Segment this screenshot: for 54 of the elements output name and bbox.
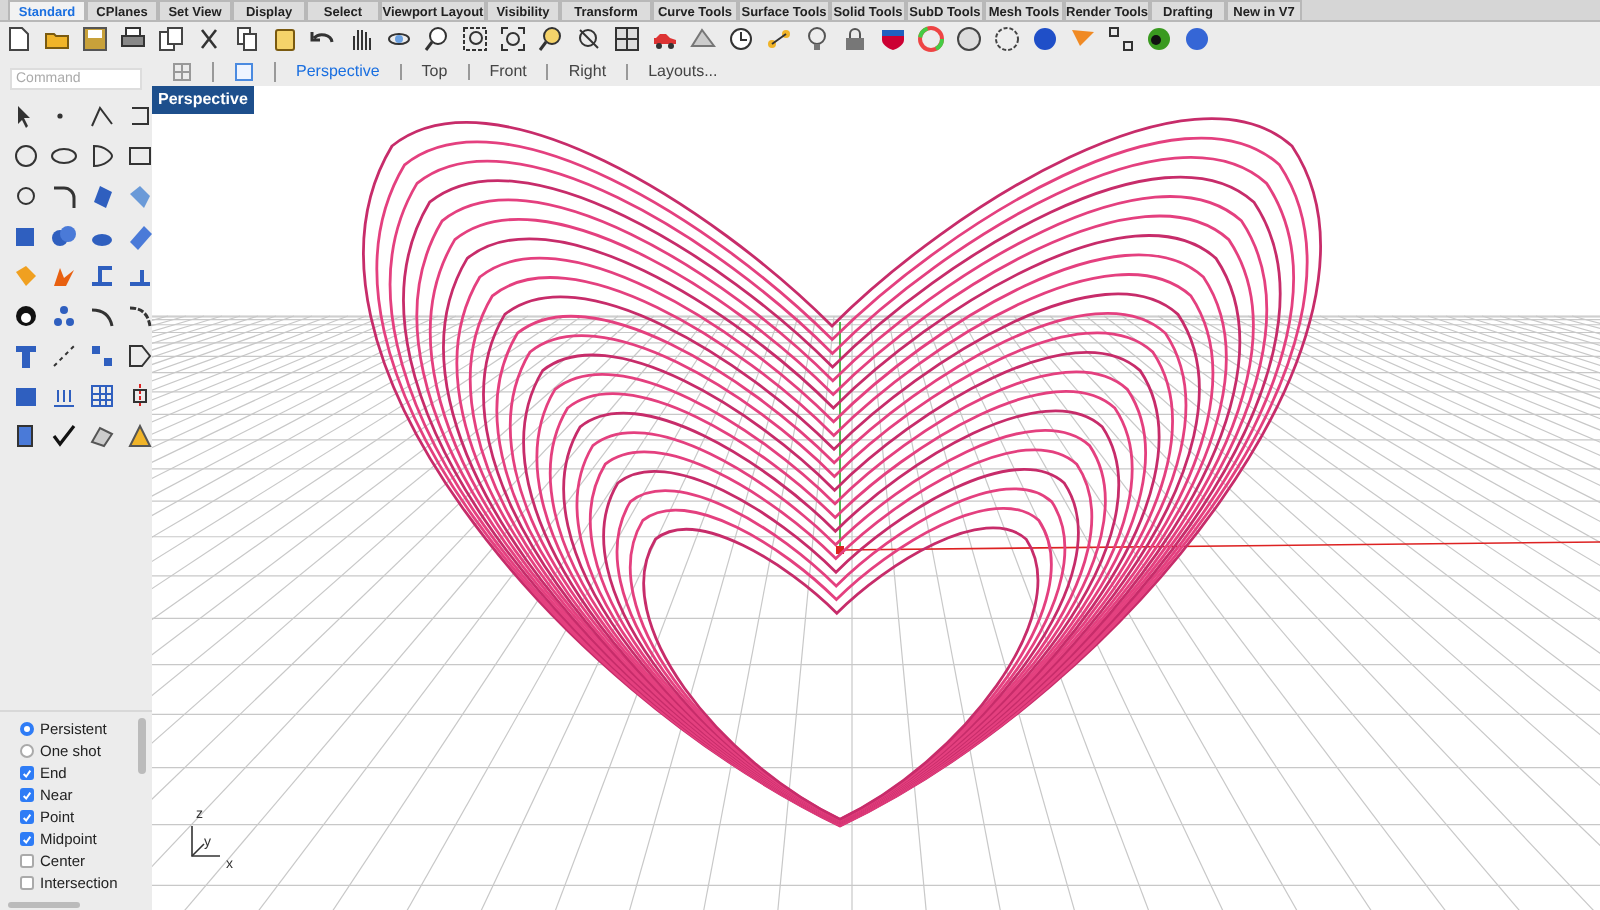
tool-icon[interactable] — [88, 142, 116, 170]
scrollbar[interactable] — [8, 902, 80, 908]
tool-icon[interactable] — [88, 102, 116, 130]
zoom-window-icon[interactable] — [462, 26, 488, 52]
zoom-selected-icon[interactable] — [538, 26, 564, 52]
scrollbar[interactable] — [138, 718, 146, 774]
viewport-tab[interactable]: Perspective — [276, 63, 402, 79]
viewport-tab[interactable]: Front — [469, 63, 549, 79]
nodes-icon[interactable] — [766, 26, 792, 52]
tool-icon[interactable] — [12, 302, 40, 330]
viewport-tab[interactable]: Right — [548, 63, 629, 79]
blocks-icon[interactable] — [1108, 26, 1134, 52]
wire-sphere-icon[interactable] — [994, 26, 1020, 52]
clipboard-icon[interactable] — [272, 26, 298, 52]
viewport-tab[interactable]: Layouts... — [628, 63, 738, 79]
viewport-tab[interactable]: Top — [401, 63, 470, 79]
tool-icon[interactable] — [50, 342, 78, 370]
lock-icon[interactable] — [842, 26, 868, 52]
viewport-title[interactable]: Perspective — [152, 86, 254, 114]
checkbox[interactable] — [20, 832, 34, 846]
sphere-icon[interactable] — [956, 26, 982, 52]
tool-icon[interactable] — [126, 102, 154, 130]
tool-icon[interactable] — [126, 142, 154, 170]
save-icon[interactable] — [82, 26, 108, 52]
radio-button[interactable] — [20, 744, 34, 758]
checkbox[interactable] — [20, 766, 34, 780]
scissors-icon[interactable] — [196, 26, 222, 52]
checkbox[interactable] — [20, 854, 34, 868]
shaded-sphere-icon[interactable] — [1032, 26, 1058, 52]
tool-icon[interactable] — [50, 142, 78, 170]
clock-icon[interactable] — [728, 26, 754, 52]
tool-icon[interactable] — [126, 422, 154, 450]
radio-button[interactable] — [20, 722, 34, 736]
zoom-icon[interactable] — [424, 26, 450, 52]
pages-icon[interactable] — [158, 26, 184, 52]
tool-icon[interactable] — [126, 302, 154, 330]
tool-icon[interactable] — [126, 342, 154, 370]
printer-icon[interactable] — [120, 26, 146, 52]
zoom-extents-icon[interactable] — [500, 26, 526, 52]
tool-icon[interactable] — [50, 182, 78, 210]
checkbox[interactable] — [20, 810, 34, 824]
tool-icon[interactable] — [12, 182, 40, 210]
copy-icon[interactable] — [234, 26, 260, 52]
tool-icon[interactable] — [12, 142, 40, 170]
four-views-icon[interactable] — [614, 26, 640, 52]
lightbulb-icon[interactable] — [804, 26, 830, 52]
shield-icon[interactable] — [880, 26, 906, 52]
document-icon[interactable] — [6, 26, 32, 52]
single-viewport-icon[interactable] — [234, 61, 254, 81]
checkbox[interactable] — [20, 876, 34, 890]
tool-icon[interactable] — [50, 422, 78, 450]
color-wheel-icon[interactable] — [918, 26, 944, 52]
checkbox[interactable] — [20, 788, 34, 802]
tool-icon[interactable] — [88, 422, 116, 450]
